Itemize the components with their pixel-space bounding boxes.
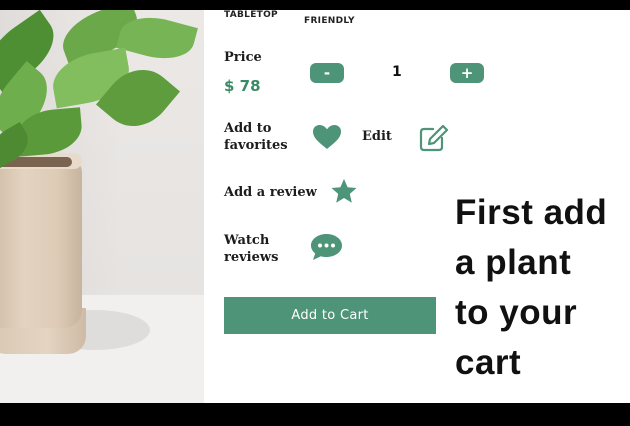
quantity-increment-button[interactable]: +: [450, 63, 484, 83]
hint-line-4: cart: [455, 343, 522, 382]
favorites-label: Add to favorites: [224, 120, 288, 154]
product-detail-view: TABLETOP FRIENDLY Price $ 78 - 1 + Add t…: [0, 10, 630, 403]
watch-reviews-label-line2: reviews: [224, 250, 279, 265]
watch-reviews-label: Watch reviews: [224, 232, 278, 266]
star-icon[interactable]: [330, 178, 358, 204]
tag-tabletop: TABLETOP: [224, 10, 278, 20]
quantity-decrement-button[interactable]: -: [310, 63, 344, 83]
price-label: Price: [224, 50, 262, 65]
add-to-cart-button[interactable]: Add to Cart: [224, 297, 436, 334]
chat-bubble-icon[interactable]: [309, 232, 344, 262]
hint-line-1: First add: [455, 193, 608, 232]
plant-pot: [0, 160, 82, 328]
edit-icon[interactable]: [419, 124, 449, 152]
favorites-label-line1: Add to: [224, 121, 272, 136]
hint-line-3: to your: [455, 293, 578, 332]
quantity-value: 1: [392, 64, 402, 80]
top-black-bar: [0, 0, 630, 10]
edit-label: Edit: [362, 129, 392, 144]
price-value: $ 78: [224, 77, 261, 95]
hint-line-2: a plant: [455, 243, 572, 282]
empty-cart-hint: First add a plant to your cart: [455, 188, 630, 388]
watch-reviews-label-line1: Watch: [224, 233, 270, 248]
heart-icon[interactable]: [312, 124, 342, 150]
plant-photo: [0, 10, 204, 403]
favorites-label-line2: favorites: [224, 138, 288, 153]
bottom-black-bar: [0, 403, 630, 426]
tag-friendly: FRIENDLY: [304, 16, 355, 26]
add-review-label: Add a review: [224, 185, 317, 200]
